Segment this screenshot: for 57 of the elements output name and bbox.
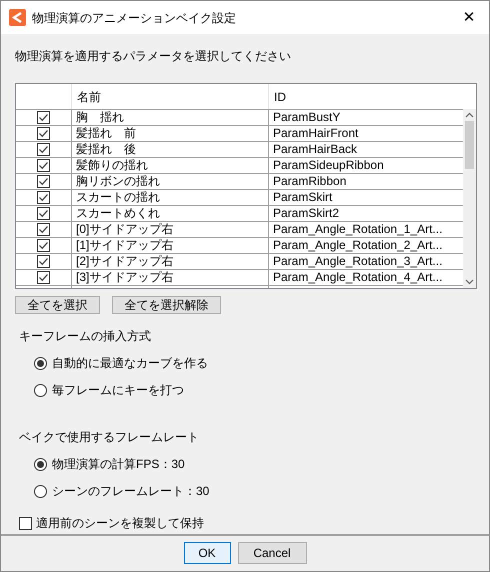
radio-button[interactable]	[34, 484, 47, 498]
row-checkbox[interactable]	[37, 143, 50, 156]
deselect-all-button[interactable]: 全てを選択解除	[112, 296, 221, 314]
table-cell-text: Param_Angle_Rotation_4_Art...	[272, 270, 444, 285]
row-checkbox[interactable]	[37, 127, 50, 140]
row-checkbox[interactable]	[37, 271, 50, 284]
table-cell: スカートの揺れ	[72, 190, 269, 205]
ok-button[interactable]: OK	[184, 542, 230, 564]
table-cell-text: ParamBustY	[272, 110, 342, 125]
table-cell-text: ParamSkirt2	[272, 206, 340, 221]
checkbox[interactable]	[19, 516, 32, 530]
row-checkbox[interactable]	[37, 223, 50, 236]
radio-button[interactable]	[34, 384, 47, 396]
table-cell: 髪揺れ 後	[72, 142, 269, 157]
table-cell: 胸リボンの揺れ	[72, 174, 269, 189]
scrollbar[interactable]	[463, 109, 476, 288]
table-cell: [2]サイドアップ右	[72, 254, 269, 269]
table-cell: 髪飾りの揺れ	[72, 158, 269, 173]
row-checkbox[interactable]	[37, 111, 50, 124]
radio-button[interactable]	[34, 458, 47, 470]
table-cell-text: Param_Angle_Rotation_1_Art...	[272, 222, 444, 237]
table-cell-text: ParamSkirt	[272, 190, 334, 205]
row-checkbox[interactable]	[37, 207, 50, 220]
close-button[interactable]: ✕	[449, 1, 489, 34]
scrollbar-thumb[interactable]	[465, 121, 474, 169]
column-header[interactable]: 名前	[72, 84, 269, 109]
table-cell-text: ParamHairFront	[272, 126, 360, 141]
table-cell-text: Param_Angle_Rotation_3_Art...	[272, 254, 444, 269]
cancel-button[interactable]: Cancel	[238, 542, 306, 564]
table-cell: [0]サイドアップ右	[72, 222, 269, 237]
row-checkbox[interactable]	[37, 191, 50, 204]
table-cell-text: ParamSideupRibbon	[272, 158, 385, 173]
table-cell-text: Param_Angle_Rotation_2_Art...	[272, 238, 444, 253]
radio-label[interactable]: 自動的に最適なカーブを作る	[52, 354, 208, 372]
app-logo-icon	[9, 9, 26, 26]
table-cell: 胸 揺れ	[72, 110, 269, 125]
table-cell: [1]サイドアップ右	[72, 238, 269, 253]
radio-label[interactable]: 物理演算の計算FPS：30	[52, 455, 185, 473]
table-cell: 髪揺れ 前	[72, 126, 269, 141]
row-checkbox[interactable]	[37, 159, 50, 172]
column-header[interactable]: ID	[269, 84, 463, 109]
group-label: キーフレームの挿入方式	[18, 328, 152, 344]
radio-button[interactable]	[34, 356, 47, 370]
row-checkbox[interactable]	[37, 255, 50, 268]
row-checkbox[interactable]	[37, 239, 50, 252]
instruction-text: 物理演算を適用するパラメータを選択してください	[15, 48, 292, 64]
table-cell-text: ParamRibbon	[272, 174, 348, 189]
checkbox-label[interactable]: 適用前のシーンを複製して保持	[36, 514, 204, 532]
radio-label[interactable]: シーンのフレームレート：30	[52, 482, 210, 500]
table-cell: [3]サイドアップ右	[72, 270, 269, 285]
select-all-button[interactable]: 全てを選択	[15, 296, 100, 314]
radio-label[interactable]: 毎フレームにキーを打つ	[52, 381, 184, 399]
row-checkbox[interactable]	[37, 175, 50, 188]
window-title: 物理演算のアニメーションベイク設定	[32, 10, 236, 26]
table-cell: スカートめくれ	[72, 206, 269, 221]
table-cell-text: ParamHairBack	[272, 142, 358, 157]
group-label: ベイクで使用するフレームレート	[18, 429, 200, 445]
